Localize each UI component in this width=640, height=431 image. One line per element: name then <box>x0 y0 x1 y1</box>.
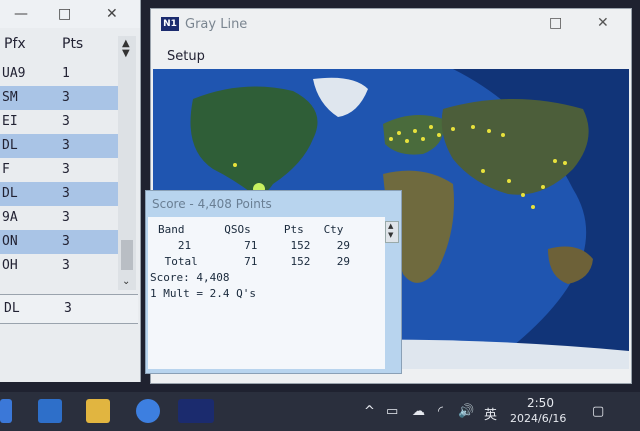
close-button[interactable]: ✕ <box>597 15 609 31</box>
score-window-title: Score - 4,408 Points <box>152 197 272 211</box>
arrow-up-icon[interactable]: ▲ <box>388 222 393 230</box>
list-item[interactable]: EI 3 <box>0 110 118 134</box>
mult-line: 1 Mult = 2.4 Q's <box>150 287 256 300</box>
gray-line-titlebar: N1 Gray Line □ ✕ <box>151 9 631 39</box>
cloud-icon[interactable]: ☁ <box>412 404 425 419</box>
menu-setup[interactable]: Setup <box>167 49 205 64</box>
minimize-button[interactable]: — <box>14 6 28 22</box>
prefix-window: — □ ✕ Pfx Pts UA9 1 SM 3 EI 3 DL 3 F3 DL 3 9A… <box>0 0 141 382</box>
battery-icon[interactable]: ▭ <box>386 404 398 419</box>
ime-indicator[interactable]: 英 <box>484 404 497 423</box>
list-item[interactable]: OH 3 <box>0 254 118 278</box>
close-button[interactable]: ✕ <box>106 6 118 22</box>
score-line: Score: 4,408 <box>150 271 230 284</box>
score-scroll-spinner[interactable]: ▲ ▼ <box>385 221 399 243</box>
window-title: Gray Line <box>185 17 248 32</box>
prefix-list: UA9 1 SM 3 EI 3 DL 3 F3 DL 3 9A 3 ON 3 OH 3 <box>0 62 118 278</box>
prefix-window-titlebar: — □ ✕ <box>0 0 140 28</box>
score-window: Score - 4,408 Points Band QSOs Pts Cty 2… <box>145 190 402 374</box>
n1mm-logo-icon: N1 <box>161 17 179 31</box>
score-band-row: 21 71 152 29 <box>158 239 351 252</box>
clock-time[interactable]: 2:50 <box>527 396 554 410</box>
column-header-pts[interactable]: Pts <box>62 36 83 52</box>
list-item[interactable]: SM 3 <box>0 86 118 110</box>
score-summary: Band QSOs Pts Cty 21 71 152 29 Total 71 … <box>148 217 385 369</box>
list-item[interactable]: 9A 3 <box>0 206 118 230</box>
maximize-button[interactable]: □ <box>58 6 71 22</box>
wifi-icon[interactable]: ◜ <box>438 404 443 419</box>
folder-icon[interactable] <box>86 399 110 423</box>
taskbar: ^ ▭ ☁ ◜ 🔊 英 2:50 2024/6/16 ▢ <box>0 392 640 431</box>
column-header-pfx[interactable]: Pfx <box>4 36 26 52</box>
list-item[interactable]: UA9 1 <box>0 62 118 86</box>
selected-entry[interactable]: DL 3 <box>0 294 138 324</box>
notification-icon[interactable]: ▢ <box>592 404 604 419</box>
list-scrollbar[interactable]: ▲ ▼ ⌄ <box>118 36 136 290</box>
score-total-row: Total 71 152 29 <box>158 255 351 268</box>
arrow-down-icon[interactable]: ▼ <box>388 231 393 239</box>
chevron-down-icon[interactable]: ⌄ <box>122 276 130 287</box>
volume-icon[interactable]: 🔊 <box>458 404 474 419</box>
scrollbar-thumb[interactable] <box>121 240 133 270</box>
list-item[interactable]: DL 3 <box>0 182 118 206</box>
scroll-down-small-icon[interactable]: ▼ <box>122 48 130 59</box>
score-header-row: Band QSOs Pts Cty <box>158 223 344 236</box>
maximize-button[interactable]: □ <box>549 15 562 31</box>
n1mm-app-icon[interactable] <box>178 399 214 423</box>
app-document-icon[interactable] <box>38 399 62 423</box>
start-icon[interactable] <box>0 399 12 423</box>
clock-date[interactable]: 2024/6/16 <box>510 412 566 425</box>
compass-icon[interactable] <box>136 399 160 423</box>
list-item[interactable]: ON 3 <box>0 230 118 254</box>
chevron-up-icon[interactable]: ^ <box>364 404 375 419</box>
list-item[interactable]: DL 3 <box>0 134 118 158</box>
list-item[interactable]: F3 <box>0 158 118 182</box>
